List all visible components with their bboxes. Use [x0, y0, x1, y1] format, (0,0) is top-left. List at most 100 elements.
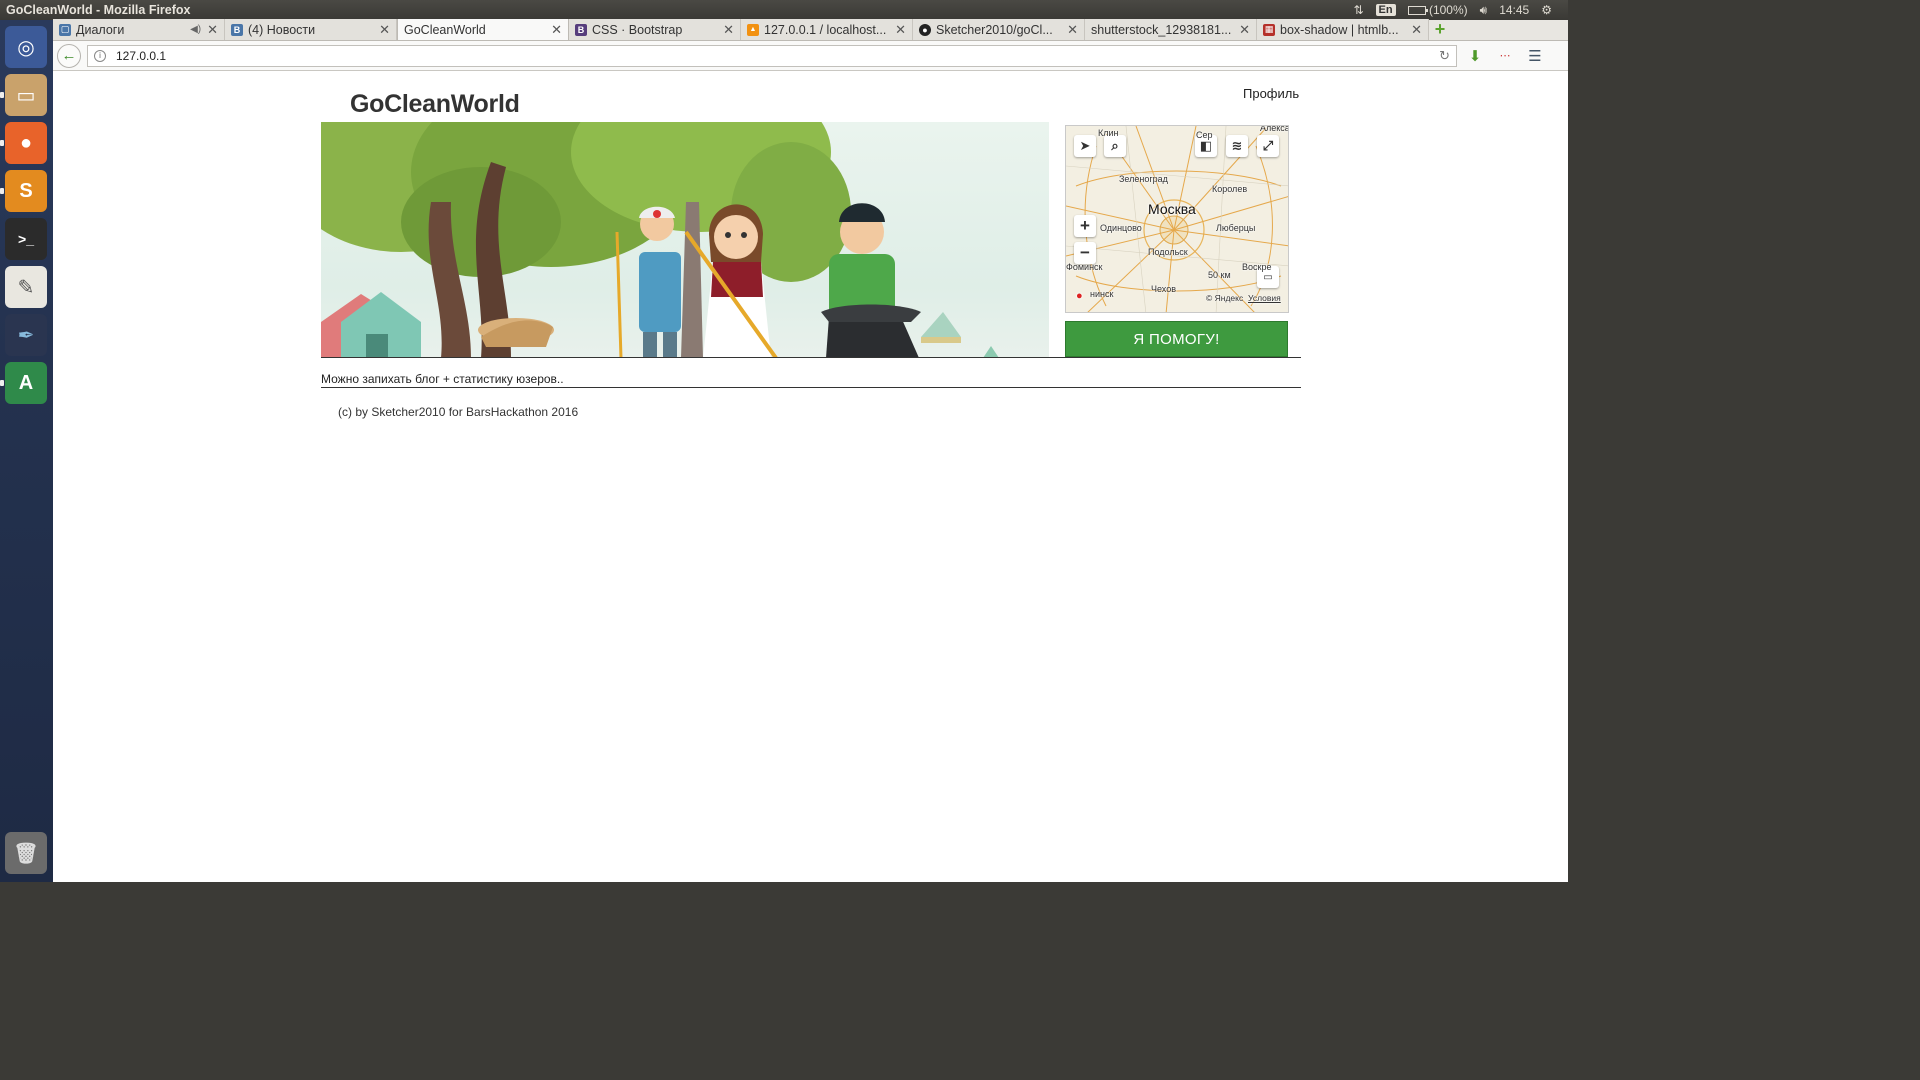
files-icon[interactable]: ▭	[5, 74, 47, 116]
trash-icon[interactable]: 🗑	[5, 832, 47, 874]
url-text: 127.0.0.1	[116, 48, 167, 63]
color-picker-icon[interactable]: ✒	[5, 314, 47, 356]
hero-divider	[321, 357, 1301, 358]
text-editor-icon[interactable]: ✎	[5, 266, 47, 308]
map-label: нинск	[1090, 289, 1114, 299]
yandex-map-widget[interactable]: ➤ ⌕ ◧ ≋ ⤢ + − ▭ Клин Сер Алекса Зеленогр…	[1065, 125, 1289, 313]
map-label: Фоминск	[1066, 262, 1103, 272]
running-indicator	[0, 188, 4, 194]
hamburger-menu-icon[interactable]: ☰	[1523, 47, 1547, 65]
ubuntu-dash-icon[interactable]: ◎	[5, 26, 47, 68]
bootstrap-icon: B	[575, 23, 587, 36]
power-gear-icon[interactable]: ⚙	[1541, 3, 1552, 17]
map-label: Люберцы	[1216, 223, 1256, 233]
back-arrow-icon[interactable]: ←	[57, 43, 81, 68]
battery-percent: (100%)	[1428, 3, 1468, 17]
placeholder-note: Можно запихать блог + статистику юзеров.…	[321, 372, 564, 386]
sublime-text-icon[interactable]: S	[5, 170, 47, 212]
close-tab-icon[interactable]: ✕	[1411, 22, 1422, 38]
software-updater-icon[interactable]: A	[5, 362, 47, 404]
reload-icon[interactable]: ↻	[1439, 48, 1450, 64]
tab-news[interactable]: B (4) Новости ✕	[225, 19, 397, 40]
note-divider	[321, 387, 1301, 388]
firefox-icon[interactable]: ●	[5, 122, 47, 164]
layers-icon[interactable]: ≋	[1226, 135, 1248, 157]
tab-title: box-shadow | htmlb...	[1280, 22, 1399, 37]
zoom-in-plus-icon[interactable]: +	[1074, 215, 1096, 237]
addon-icon[interactable]: ⋯	[1493, 49, 1517, 62]
phpmyadmin-icon: ▲	[747, 23, 759, 36]
battery-icon	[1407, 6, 1428, 16]
map-label: Алекса	[1260, 125, 1289, 133]
vk-dialogs-icon: ▢	[59, 23, 71, 36]
hero-image	[321, 122, 1049, 358]
map-copyright: © Яндекс	[1206, 293, 1244, 303]
page-viewport: GoCleanWorld Профиль ➤ ⌕ ◧ ≋ ⤢ + − ▭ Кли…	[53, 72, 1568, 882]
running-indicator	[0, 140, 4, 146]
network-icon[interactable]: ⇅	[1353, 3, 1363, 17]
tab-gocleanworld[interactable]: GoCleanWorld ✕	[397, 19, 569, 40]
navigation-toolbar: ← i 127.0.0.1 ↻ ⬇ ⋯ ☰	[53, 41, 1568, 71]
geolocation-arrow-icon[interactable]: ➤	[1074, 135, 1096, 157]
tab-dialogs[interactable]: ▢ Диалоги ◀) ✕	[53, 19, 225, 40]
tab-strip: ▢ Диалоги ◀) ✕ B (4) Новости ✕ GoCleanWo…	[53, 19, 1568, 41]
map-label: Подольск	[1148, 247, 1188, 257]
close-tab-icon[interactable]: ✕	[1239, 22, 1250, 38]
tab-title: 127.0.0.1 / localhost...	[764, 22, 887, 37]
new-tab-plus-icon[interactable]: +	[1429, 19, 1451, 40]
map-label: Зеленоград	[1119, 174, 1168, 184]
close-tab-icon[interactable]: ✕	[895, 22, 906, 38]
map-label: Королев	[1212, 184, 1248, 194]
close-tab-icon[interactable]: ✕	[1067, 22, 1078, 38]
battery-indicator[interactable]: (100%)	[1407, 3, 1468, 17]
volume-icon[interactable]: 🔊︎	[1480, 3, 1488, 18]
site-brand[interactable]: GoCleanWorld	[350, 90, 520, 119]
close-tab-icon[interactable]: ✕	[723, 22, 734, 38]
htmlbook-icon: ▦	[1263, 23, 1275, 36]
tab-shutterstock[interactable]: shutterstock_12938181... ✕	[1085, 19, 1257, 40]
clock[interactable]: 14:45	[1499, 3, 1529, 17]
tab-htmlbook[interactable]: ▦ box-shadow | htmlb... ✕	[1257, 19, 1429, 40]
search-icon[interactable]: ⌕	[1104, 135, 1126, 157]
tab-title: CSS · Bootstrap	[592, 22, 683, 37]
site-info-icon[interactable]: i	[94, 49, 106, 62]
tab-title: Sketcher2010/goCl...	[936, 22, 1053, 37]
tab-title: GoCleanWorld	[404, 22, 486, 37]
download-arrow-icon[interactable]: ⬇	[1463, 47, 1487, 65]
footer-copyright: (c) by Sketcher2010 for BarsHackathon 20…	[338, 405, 579, 419]
unity-launcher: ◎ ▭ ● S >_ ✎ ✒ A 🗑	[0, 20, 53, 882]
url-bar[interactable]: i 127.0.0.1 ↻	[87, 44, 1457, 67]
volunteers-cleaning-illustration	[321, 122, 999, 358]
system-top-panel: GoCleanWorld - Mozilla Firefox ⇅ En (100…	[0, 0, 1568, 20]
tab-github[interactable]: ● Sketcher2010/goCl... ✕	[913, 19, 1085, 40]
help-button[interactable]: Я ПОМОГУ!	[1065, 321, 1288, 357]
map-roads	[1066, 126, 1288, 312]
close-tab-icon[interactable]: ✕	[551, 22, 562, 38]
fullscreen-icon[interactable]: ⤢	[1257, 135, 1279, 157]
vk-icon: B	[231, 23, 243, 36]
tab-phpmyadmin[interactable]: ▲ 127.0.0.1 / localhost... ✕	[741, 19, 913, 40]
zoom-out-minus-icon[interactable]: −	[1074, 242, 1096, 264]
tab-title: Диалоги	[76, 22, 125, 37]
window-title: GoCleanWorld - Mozilla Firefox	[6, 3, 191, 17]
firefox-window: ▢ Диалоги ◀) ✕ B (4) Новости ✕ GoCleanWo…	[53, 19, 1568, 882]
map-terms-link[interactable]: Условия	[1248, 293, 1281, 303]
map-label: Чехов	[1151, 284, 1176, 294]
running-indicator	[0, 380, 4, 386]
map-label: Сер	[1196, 130, 1213, 140]
tab-title: shutterstock_12938181...	[1091, 22, 1232, 37]
map-label: Клин	[1098, 128, 1119, 138]
map-scale: 50 км	[1208, 270, 1231, 280]
profile-link[interactable]: Профиль	[1243, 86, 1299, 101]
keyboard-layout-indicator[interactable]: En	[1375, 4, 1396, 16]
speaker-icon[interactable]: ◀)	[190, 24, 201, 35]
running-indicator	[0, 92, 4, 98]
terminal-icon[interactable]: >_	[5, 218, 47, 260]
map-city-moscow: Москва	[1148, 201, 1196, 217]
close-tab-icon[interactable]: ✕	[207, 22, 218, 38]
map-pin-icon: ●	[1076, 290, 1083, 302]
close-tab-icon[interactable]: ✕	[379, 22, 390, 38]
github-icon: ●	[919, 23, 931, 36]
tab-title: (4) Новости	[248, 22, 316, 37]
tab-bootstrap[interactable]: B CSS · Bootstrap ✕	[569, 19, 741, 40]
